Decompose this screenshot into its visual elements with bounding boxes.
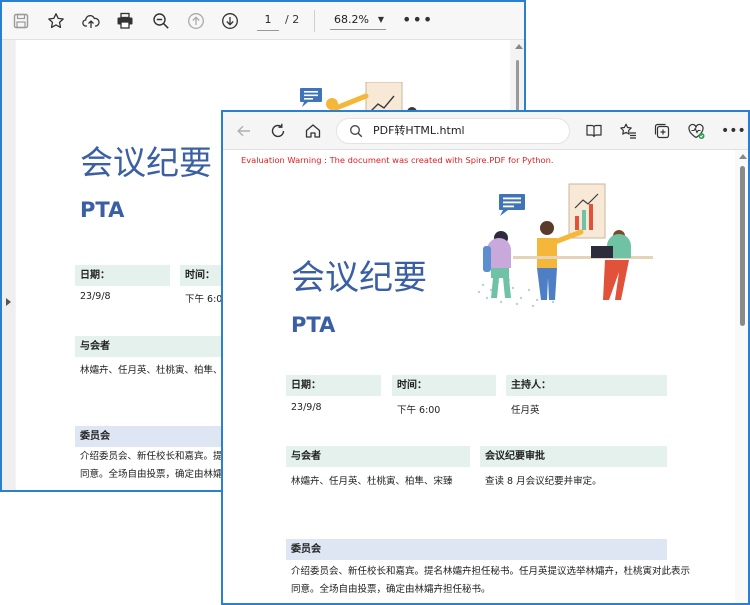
browser-window: PDF转HTML.html ••• Evaluation Warning : T…	[221, 110, 750, 605]
attendees-label: 与会者	[286, 446, 470, 467]
scroll-up-icon[interactable]	[739, 154, 747, 159]
settings-more-icon[interactable]: •••	[721, 122, 746, 140]
time-label: 时间：	[392, 375, 496, 396]
date-label: 日期：	[75, 265, 170, 286]
zoom-out-icon[interactable]	[152, 12, 170, 30]
browser-essentials-icon[interactable]	[687, 122, 705, 140]
page-up-icon[interactable]	[187, 12, 205, 30]
scroll-up-icon[interactable]	[515, 44, 523, 49]
more-options-icon[interactable]: •••	[402, 10, 433, 30]
date-value: 23/9/8	[291, 402, 322, 413]
committee-label: 委员会	[286, 539, 667, 560]
zoom-select[interactable]: 68.2% ▼	[330, 10, 386, 30]
date-value: 23/9/8	[80, 291, 111, 302]
back-icon[interactable]	[235, 122, 253, 140]
document-subtitle: PTA	[291, 313, 336, 337]
cloud-upload-icon[interactable]	[82, 12, 100, 30]
reading-view-icon[interactable]	[585, 122, 603, 140]
zoom-value: 68.2%	[334, 13, 369, 26]
page-number-input[interactable]: 1	[257, 10, 279, 31]
committee-text: 介绍委员会、新任校长和嘉宾。提名林 同意。全场自由投票，确定由林孀卉担	[80, 448, 235, 484]
browser-scrollbar[interactable]	[735, 150, 748, 603]
save-icon[interactable]	[12, 12, 30, 30]
committee-text: 介绍委员会、新任校长和嘉宾。提名林孀卉担任秘书。任月英提议选举林孀卉，杜桃寅对此…	[291, 563, 691, 599]
print-icon[interactable]	[116, 12, 134, 30]
home-icon[interactable]	[304, 122, 322, 140]
attendees-label: 与会者	[75, 336, 235, 357]
search-icon	[350, 125, 363, 138]
evaluation-warning: Evaluation Warning : The document was cr…	[241, 155, 554, 165]
committee-line-2: 同意。全场自由投票，确定由林孀卉担任秘书。	[291, 584, 491, 595]
committee-line-1: 介绍委员会、新任校长和嘉宾。提名林	[80, 451, 235, 462]
html-document: Evaluation Warning : The document was cr…	[223, 150, 734, 603]
committee-label: 委员会	[75, 426, 235, 447]
date-label: 日期：	[286, 375, 381, 396]
star-icon[interactable]	[47, 12, 65, 30]
host-value: 任月英	[511, 405, 540, 416]
browser-toolbar: PDF转HTML.html •••	[223, 112, 748, 150]
address-text: PDF转HTML.html	[373, 124, 465, 137]
toolbar-divider	[314, 10, 315, 32]
document-title: 会议纪要	[291, 258, 427, 298]
committee-line-2: 同意。全场自由投票，确定由林孀卉担	[80, 469, 235, 480]
address-bar[interactable]: PDF转HTML.html	[336, 118, 570, 144]
time-value: 下午 6:00	[397, 405, 441, 416]
committee-line-1: 介绍委员会、新任校长和嘉宾。提名林孀卉担任秘书。任月英提议选举林孀卉，杜桃寅对此…	[291, 566, 691, 577]
document-subtitle: PTA	[80, 198, 125, 222]
refresh-icon[interactable]	[269, 122, 287, 140]
host-label: 主持人：	[506, 375, 667, 396]
review-value: 查读 8 月会议纪要并审定。	[485, 476, 602, 487]
chevron-down-icon: ▼	[377, 15, 384, 24]
attendees-value: 林孀卉、任月英、杜桃寅、柏隼、宋臻	[291, 476, 453, 487]
document-title: 会议纪要	[80, 143, 212, 182]
review-label: 会议纪要审批	[480, 446, 667, 467]
scrollbar-thumb[interactable]	[740, 166, 745, 326]
collections-icon[interactable]	[653, 122, 671, 140]
sidebar-toggle-strip[interactable]	[2, 40, 15, 490]
pdf-toolbar: 1 / 2 68.2% ▼ •••	[2, 2, 524, 40]
meeting-illustration	[477, 183, 653, 308]
favorites-icon[interactable]	[619, 122, 637, 140]
page-total: / 2	[285, 13, 300, 26]
page-down-icon[interactable]	[221, 12, 239, 30]
attendees-value: 林孀卉、任月英、杜桃寅、柏隼、宋臻	[80, 365, 242, 376]
expand-sidebar-icon[interactable]	[6, 298, 11, 306]
